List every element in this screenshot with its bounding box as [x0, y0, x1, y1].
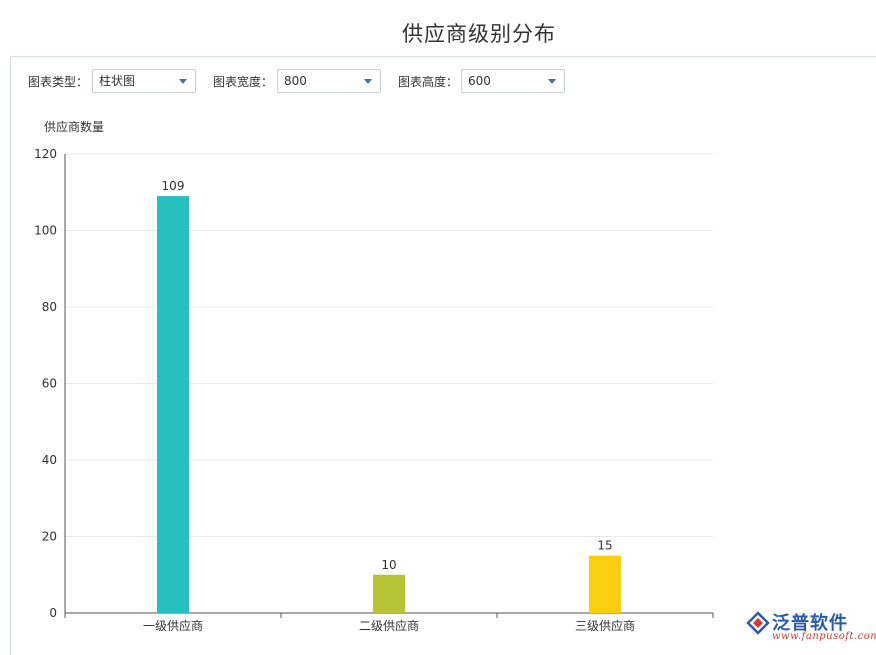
y-tick-label: 100: [34, 224, 57, 238]
bar: [157, 196, 189, 613]
bar: [373, 575, 405, 613]
bar-value-label: 10: [381, 558, 396, 572]
bar-value-label: 15: [597, 539, 612, 553]
y-tick-label: 0: [49, 606, 57, 620]
logo-url: www.fanpusoft.com: [772, 631, 876, 642]
y-tick-label: 40: [42, 453, 57, 467]
y-tick-label: 20: [42, 530, 57, 544]
y-tick-label: 80: [42, 300, 57, 314]
y-tick-label: 60: [42, 377, 57, 391]
y-axis-title: 供应商数量: [44, 119, 104, 134]
y-tick-label: 120: [34, 147, 57, 161]
bar-chart: 供应商数量 0 20 40 60 80 100 120 109 一级供应商 10 二级供应商 15 三级供…: [0, 0, 876, 655]
x-tick-label: 三级供应商: [575, 618, 635, 633]
brand-logo: 泛普软件 www.fanpusoft.com: [746, 609, 870, 643]
bar-value-label: 109: [162, 179, 185, 193]
bar: [589, 556, 621, 613]
x-tick-label: 二级供应商: [359, 618, 419, 633]
fanpu-logo-icon: [746, 611, 770, 635]
x-tick-label: 一级供应商: [143, 618, 203, 633]
